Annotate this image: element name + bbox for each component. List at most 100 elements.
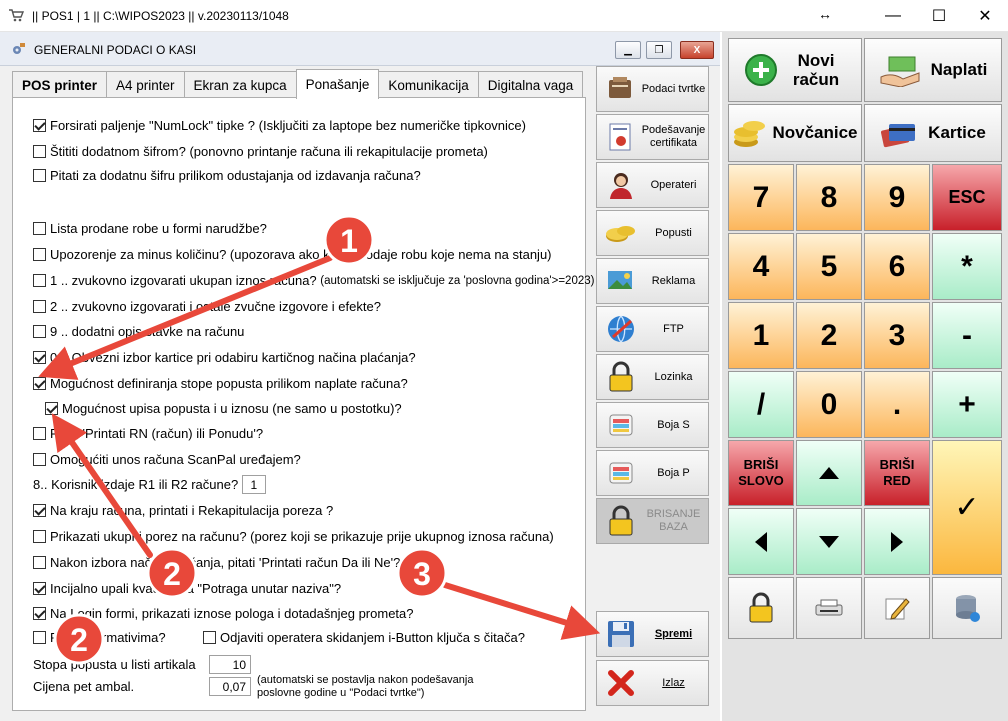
operateri-button[interactable]: Operateri	[596, 162, 709, 208]
option-protect-password[interactable]: Štititi dodatnom šifrom? (ponovno printa…	[33, 144, 488, 159]
checkbox[interactable]	[33, 631, 46, 644]
option-ask-print[interactable]: Nakon izbora načina plaćanja, pitati 'Pr…	[33, 555, 400, 570]
korisnik-r1-r2-input[interactable]: 1	[241, 475, 266, 494]
option-minus-quantity[interactable]: Upozorenje za minus količinu? (upozorava…	[33, 247, 552, 262]
tab-komunikacija[interactable]: Komunikacija	[378, 71, 479, 98]
podaci-tvrtke-button[interactable]: Podaci tvrtke	[596, 66, 709, 112]
checkbox[interactable]	[33, 274, 46, 287]
close-button[interactable]: ✕	[962, 0, 1008, 32]
novi-racun-button[interactable]: Novi račun	[728, 38, 862, 102]
boja-s-button[interactable]: Boja S	[596, 402, 709, 448]
brisanje-baza-button[interactable]: BRISANJE BAZA	[596, 498, 709, 544]
checkbox[interactable]	[33, 300, 46, 313]
key-minus[interactable]: -	[932, 302, 1002, 369]
stopa-input[interactable]: 10	[209, 655, 251, 674]
maximize-button[interactable]: ☐	[916, 0, 962, 32]
novcanice-button[interactable]: Novčanice	[728, 104, 862, 162]
podesavanje-certifikata-button[interactable]: Podešavanje certifikata	[596, 114, 709, 160]
arrow-down-key[interactable]	[796, 508, 862, 575]
reklama-button[interactable]: Reklama	[596, 258, 709, 304]
option-mandatory-card[interactable]: 0 .. Obvezni izbor kartice pri odabiru k…	[33, 350, 416, 365]
key-decimal[interactable]: .	[864, 371, 930, 438]
tab-a4-printer[interactable]: A4 printer	[106, 71, 185, 98]
brisi-red-button[interactable]: BRIŠI RED	[864, 440, 930, 506]
checkbox[interactable]	[33, 427, 46, 440]
option-search-in-name[interactable]: Incijalno upali kvačicu na "Potraga unut…	[33, 581, 341, 596]
option-ibutton-logout[interactable]: Odjaviti operatera skidanjem i-Button kl…	[203, 630, 525, 645]
resize-icon[interactable]: ↔	[818, 6, 832, 22]
key-multiply[interactable]: *	[932, 233, 1002, 300]
naplati-button[interactable]: Naplati	[864, 38, 1002, 102]
checkbox[interactable]	[33, 453, 46, 466]
tab-pos-printer[interactable]: POS printer	[12, 71, 108, 98]
key-2[interactable]: 2	[796, 302, 862, 369]
kartice-button[interactable]: Kartice	[864, 104, 1002, 162]
checkbox[interactable]	[33, 145, 46, 158]
printer-button[interactable]	[796, 577, 862, 639]
option-discount-amount[interactable]: Mogućnost upisa popusta i u iznosu (ne s…	[45, 401, 402, 416]
arrow-right-key[interactable]	[864, 508, 930, 575]
key-0[interactable]: 0	[796, 371, 862, 438]
database-button[interactable]	[932, 577, 1002, 639]
izlaz-button[interactable]: Izlaz	[596, 660, 709, 706]
option-login-totals[interactable]: Na Login formi, prikazati iznose pologa …	[33, 606, 414, 621]
key-9[interactable]: 9	[864, 164, 930, 231]
boja-p-button[interactable]: Boja P	[596, 450, 709, 496]
lock-button[interactable]	[728, 577, 794, 639]
option-total-tax[interactable]: Prikazati ukupni porez na računu? (porez…	[33, 529, 554, 544]
ftp-button[interactable]: FTP	[596, 306, 709, 352]
checkbox[interactable]	[33, 119, 46, 132]
dialog-close-button[interactable]: X	[680, 41, 714, 59]
key-6[interactable]: 6	[864, 233, 930, 300]
brisi-slovo-button[interactable]: BRIŠI SLOVO	[728, 440, 794, 506]
option-numlock[interactable]: Forsirati paljenje "NumLock" tipke ? (Is…	[33, 118, 526, 133]
edit-button[interactable]	[864, 577, 930, 639]
checkbox[interactable]	[33, 530, 46, 543]
option-sold-list[interactable]: Lista prodane robe u formi narudžbe?	[33, 221, 267, 236]
checkbox[interactable]	[33, 248, 46, 261]
tab-digitalna-vaga[interactable]: Digitalna vaga	[477, 71, 584, 98]
key-divide[interactable]: /	[728, 371, 794, 438]
dialog-restore-button[interactable]: ❐	[646, 41, 672, 59]
checkbox[interactable]	[33, 607, 46, 620]
key-esc[interactable]: ESC	[932, 164, 1002, 231]
checkbox[interactable]	[45, 402, 58, 415]
option-extra-password[interactable]: Pitati za dodatnu šifru prilikom odustaj…	[33, 168, 421, 183]
minimize-button[interactable]: —	[870, 0, 916, 32]
option-scanpal[interactable]: Omogućiti unos računa ScanPal uređajem?	[33, 452, 301, 467]
tab-ponasanje[interactable]: Ponašanje	[295, 69, 380, 99]
checkbox[interactable]	[33, 377, 46, 390]
checkbox[interactable]	[33, 351, 46, 364]
key-label: 5	[820, 249, 838, 283]
key-plus[interactable]: +	[932, 371, 1002, 438]
option-tax-recap[interactable]: Na kraju računa, printati i Rekapitulaci…	[33, 503, 333, 518]
key-3[interactable]: 3	[864, 302, 930, 369]
option-item-description[interactable]: 9 .. dodatni opis stavke na računu	[33, 324, 244, 339]
dialog-minimize-button[interactable]: ▁	[615, 41, 641, 59]
key-7[interactable]: 7	[728, 164, 794, 231]
option-voice-effects[interactable]: 2 .. zvukovno izgovarati i ostale zvučne…	[33, 299, 381, 314]
arrow-left-key[interactable]	[728, 508, 794, 575]
tab-ekran-za-kupca[interactable]: Ekran za kupca	[183, 71, 297, 98]
option-normatives[interactable]: Rad s normativima?	[33, 630, 166, 645]
arrow-up-key[interactable]	[796, 440, 862, 506]
key-5[interactable]: 5	[796, 233, 862, 300]
checkbox[interactable]	[33, 325, 46, 338]
checkbox[interactable]	[33, 556, 46, 569]
lozinka-button[interactable]: Lozinka	[596, 354, 709, 400]
ok-button[interactable]: ✓	[932, 440, 1002, 575]
spremi-button[interactable]: Spremi	[596, 611, 709, 657]
option-print-rn-or-offer[interactable]: Pitati 'Printati RN (račun) ili Ponudu'?	[33, 426, 263, 441]
checkbox[interactable]	[33, 582, 46, 595]
key-1[interactable]: 1	[728, 302, 794, 369]
cijena-input[interactable]: 0,07	[209, 677, 251, 696]
checkbox[interactable]	[33, 504, 46, 517]
checkbox[interactable]	[33, 169, 46, 182]
key-4[interactable]: 4	[728, 233, 794, 300]
option-discount-rate[interactable]: Mogućnost definiranja stope popusta pril…	[33, 376, 408, 391]
option-voice-total[interactable]: 1 .. zvukovno izgovarati ukupan iznos ra…	[33, 273, 594, 288]
key-8[interactable]: 8	[796, 164, 862, 231]
checkbox[interactable]	[203, 631, 216, 644]
popusti-button[interactable]: Popusti	[596, 210, 709, 256]
checkbox[interactable]	[33, 222, 46, 235]
